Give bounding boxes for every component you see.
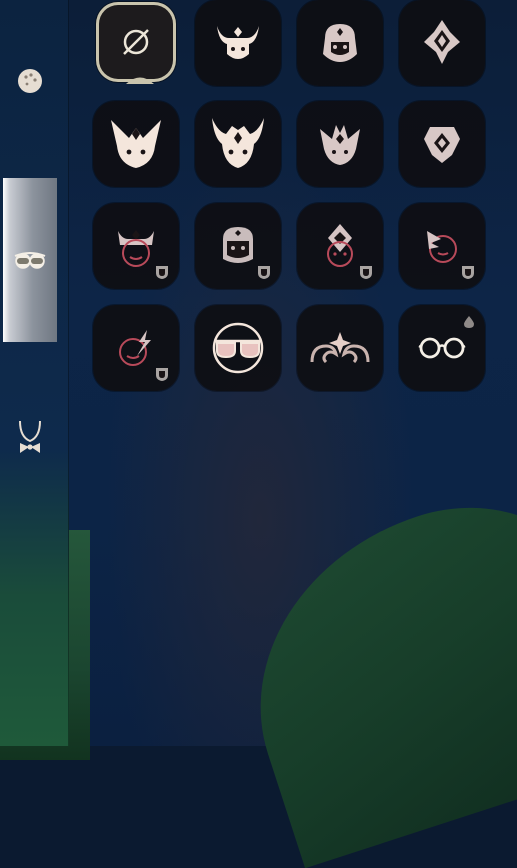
flame-face-icon xyxy=(427,231,457,263)
horned-mask-icon xyxy=(217,26,259,59)
item-winged-mask[interactable] xyxy=(93,101,179,187)
item-horned-mask[interactable] xyxy=(195,0,281,86)
item-horn-swirl[interactable] xyxy=(297,305,383,391)
lock-icon xyxy=(156,368,168,381)
item-spiked-mask[interactable] xyxy=(297,101,383,187)
gem-crest-icon xyxy=(424,127,460,163)
lock-icon xyxy=(360,266,372,279)
item-gem-crest[interactable] xyxy=(399,101,485,187)
item-flame-face[interactable] xyxy=(399,203,485,289)
item-diamond-crest[interactable] xyxy=(399,0,485,86)
bolt-face-icon xyxy=(119,330,151,366)
bowtie-necklace-icon xyxy=(19,420,41,453)
tab-necklace[interactable] xyxy=(3,408,57,468)
item-helmet-mask[interactable] xyxy=(297,0,383,86)
diamond-face-icon xyxy=(327,224,353,267)
item-visor-face[interactable] xyxy=(195,203,281,289)
round-glasses-icon xyxy=(418,337,466,359)
none-icon xyxy=(123,29,149,55)
hair-bun-icon xyxy=(18,69,42,93)
horn-swirl-icon xyxy=(310,332,370,364)
tab-hair[interactable] xyxy=(3,50,57,110)
lock-icon xyxy=(156,266,168,279)
lock-icon xyxy=(258,266,270,279)
helmet-mask-icon xyxy=(323,24,357,62)
winged-mask-icon xyxy=(111,120,161,168)
item-round-glasses[interactable] xyxy=(399,305,485,391)
spiked-mask-icon xyxy=(320,125,360,165)
item-horned-crown-mask[interactable] xyxy=(195,101,281,187)
background-hill xyxy=(212,471,517,868)
tab-glasses[interactable] xyxy=(3,178,57,342)
item-sunglasses[interactable] xyxy=(195,305,281,391)
lock-icon xyxy=(462,266,474,279)
sunglasses-icon xyxy=(212,322,264,374)
glasses-icon xyxy=(14,252,46,269)
item-none[interactable] xyxy=(96,2,176,84)
drop-icon xyxy=(464,316,474,328)
item-diamond-face[interactable] xyxy=(297,203,383,289)
selection-notch xyxy=(126,77,154,84)
item-crowned-face[interactable] xyxy=(93,203,179,289)
category-sidebar xyxy=(0,0,69,746)
diamond-crest-icon xyxy=(424,20,460,64)
item-bolt-face[interactable] xyxy=(93,305,179,391)
horned-crown-mask-icon xyxy=(212,118,264,168)
